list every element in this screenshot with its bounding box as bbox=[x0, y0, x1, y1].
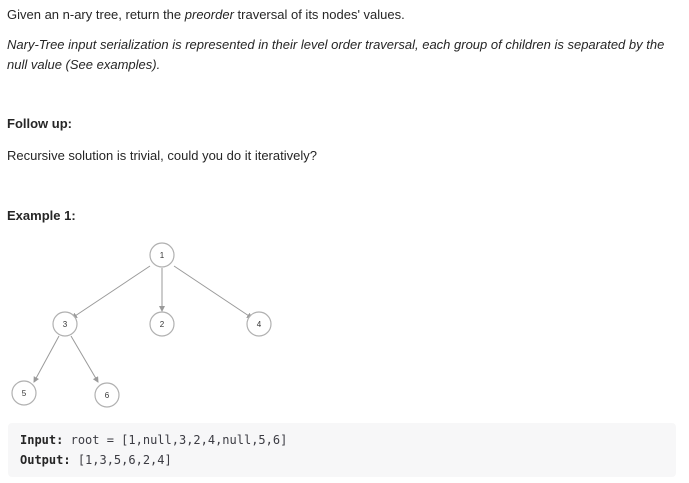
input-value: root = [1,null,3,2,4,null,5,6] bbox=[70, 433, 288, 447]
svg-text:2: 2 bbox=[160, 320, 165, 329]
tree-node-4: 4 bbox=[246, 311, 272, 337]
example-code-block: Input: root = [1,null,3,2,4,null,5,6] Ou… bbox=[8, 423, 676, 477]
svg-text:5: 5 bbox=[22, 389, 27, 398]
input-line: Input: root = [1,null,3,2,4,null,5,6] bbox=[20, 433, 287, 447]
input-label: Input: bbox=[20, 433, 64, 447]
example-heading: Example 1: bbox=[7, 208, 76, 223]
intro-text-after: traversal of its nodes' values. bbox=[233, 7, 405, 22]
svg-text:6: 6 bbox=[105, 391, 110, 400]
intro-emphasis: preorder bbox=[184, 7, 234, 22]
edge-3-5 bbox=[33, 335, 60, 383]
svg-text:3: 3 bbox=[63, 320, 68, 329]
output-value: [1,3,5,6,2,4] bbox=[77, 453, 172, 467]
tree-node-2: 2 bbox=[149, 311, 175, 337]
problem-intro: Given an n-ary tree, return the preorder… bbox=[7, 5, 675, 25]
svg-text:1: 1 bbox=[160, 251, 165, 260]
edge-1-3 bbox=[71, 265, 151, 319]
intro-text-before: Given an n-ary tree, return the bbox=[7, 7, 185, 22]
edge-3-6 bbox=[70, 335, 99, 383]
edge-1-4 bbox=[173, 265, 253, 319]
tree-diagram: 1 3 2 4 5 6 bbox=[11, 242, 272, 408]
output-label: Output: bbox=[20, 453, 71, 467]
follow-up-text: Recursive solution is trivial, could you… bbox=[7, 148, 317, 163]
svg-text:4: 4 bbox=[257, 320, 262, 329]
tree-node-3: 3 bbox=[52, 311, 78, 337]
tree-node-1: 1 bbox=[149, 242, 175, 268]
tree-node-5: 5 bbox=[11, 380, 37, 406]
follow-up-heading: Follow up: bbox=[7, 116, 72, 131]
tree-node-6: 6 bbox=[94, 382, 120, 408]
output-line: Output: [1,3,5,6,2,4] bbox=[20, 453, 172, 467]
serialization-note: Nary-Tree input serialization is represe… bbox=[7, 37, 665, 72]
